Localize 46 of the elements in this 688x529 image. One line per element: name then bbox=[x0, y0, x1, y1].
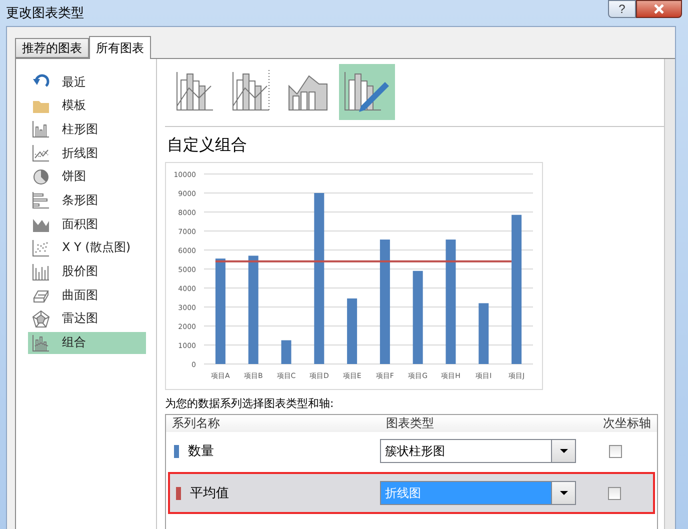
series-name: 平均值 bbox=[190, 485, 230, 502]
radar-chart-icon bbox=[32, 310, 50, 328]
close-icon bbox=[653, 4, 665, 14]
caret-icon bbox=[560, 449, 568, 453]
sidebar-item[interactable]: 组合 bbox=[28, 332, 146, 354]
scroll-bar[interactable] bbox=[664, 59, 675, 529]
column-header: 图表类型 bbox=[385, 415, 435, 432]
help-button[interactable]: ? bbox=[608, 0, 636, 18]
series-row[interactable]: 平均值 折线图 bbox=[168, 472, 655, 514]
sidebar-item[interactable]: 面积图 bbox=[28, 213, 146, 236]
sidebar-item[interactable]: X Y (散点图) bbox=[28, 236, 146, 259]
sidebar-item[interactable]: 折线图 bbox=[28, 142, 146, 164]
sidebar-item[interactable]: 柱形图 bbox=[28, 118, 146, 140]
stock-chart-icon bbox=[32, 262, 50, 280]
bar-chart-icon bbox=[32, 191, 50, 210]
sidebar-item[interactable]: 最近 bbox=[28, 71, 146, 93]
instruction-text: 为您的数据系列选择图表类型和轴: bbox=[165, 396, 335, 412]
bar bbox=[478, 303, 489, 364]
sidebar-item[interactable]: 模板 bbox=[28, 94, 146, 117]
sidebar-item[interactable]: 股价图 bbox=[28, 260, 146, 282]
secondary-axis-checkbox[interactable] bbox=[608, 486, 621, 500]
scatter-chart-icon bbox=[32, 238, 50, 257]
combo-chart-icon bbox=[32, 334, 50, 352]
column-header: 次坐标轴 bbox=[602, 415, 652, 432]
bar bbox=[347, 298, 358, 364]
section-heading: 自定义组合 bbox=[166, 134, 248, 156]
sidebar-item[interactable]: 饼图 bbox=[28, 166, 146, 188]
chart-type-dropdown[interactable]: 簇状柱形图 bbox=[380, 439, 576, 463]
pie-chart-icon bbox=[32, 168, 50, 186]
window-title: 更改图表类型 bbox=[6, 5, 85, 22]
sidebar-item[interactable]: 条形图 bbox=[28, 189, 146, 212]
dropdown-button[interactable] bbox=[551, 440, 575, 462]
caret-icon bbox=[560, 491, 568, 495]
column-chart-icon bbox=[32, 120, 50, 138]
series-name: 数量 bbox=[188, 443, 215, 460]
sidebar-item[interactable]: 雷达图 bbox=[28, 308, 146, 330]
sidebar-item[interactable]: 曲面图 bbox=[28, 284, 146, 306]
tab[interactable]: 所有图表 bbox=[89, 36, 151, 59]
bar bbox=[281, 340, 292, 364]
column-header: 系列名称 bbox=[171, 415, 221, 432]
line-chart-icon bbox=[32, 144, 50, 162]
tab[interactable]: 推荐的图表 bbox=[15, 38, 89, 58]
close-button[interactable] bbox=[636, 0, 682, 18]
series-row[interactable]: 数量 簇状柱形图 bbox=[166, 434, 657, 468]
dropdown-button[interactable] bbox=[551, 482, 575, 504]
secondary-axis-checkbox[interactable] bbox=[609, 444, 622, 458]
